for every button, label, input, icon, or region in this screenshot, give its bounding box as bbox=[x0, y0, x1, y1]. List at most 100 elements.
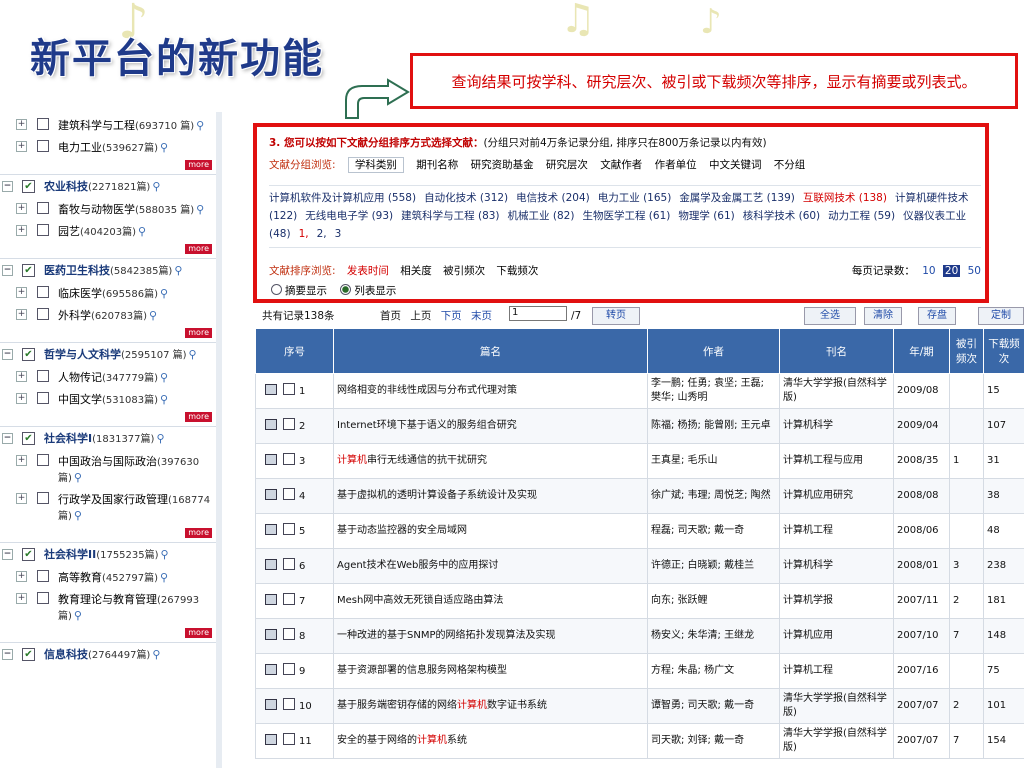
more-link[interactable]: more bbox=[185, 244, 212, 254]
checked-checkbox-icon[interactable]: ✔ bbox=[22, 180, 35, 193]
collapse-icon[interactable]: − bbox=[2, 181, 13, 192]
document-icon[interactable] bbox=[265, 664, 277, 675]
subject-subitem[interactable]: + 电力工业(539627篇) ⚲ bbox=[0, 140, 216, 156]
magnifier-icon[interactable]: ⚲ bbox=[152, 180, 160, 193]
row-checkbox[interactable] bbox=[283, 698, 295, 710]
journal-cell[interactable]: 计算机工程 bbox=[779, 513, 894, 549]
checked-checkbox-icon[interactable]: ✔ bbox=[22, 548, 35, 561]
article-title-cell[interactable]: 基于服务端密钥存储的网络计算机数字证书系统 bbox=[333, 688, 648, 724]
collapse-icon[interactable]: − bbox=[2, 265, 13, 276]
more-link[interactable]: more bbox=[185, 328, 212, 338]
article-title-part[interactable]: 基于虚拟机的透明计算设备子系统设计及实现 bbox=[337, 490, 537, 501]
magnifier-icon[interactable]: ⚲ bbox=[189, 348, 197, 361]
article-title-part[interactable]: Internet环境下基于语义的服务组合研究 bbox=[337, 420, 517, 431]
more-link[interactable]: more bbox=[185, 628, 212, 638]
article-title-part[interactable]: Agent技术在Web服务中的应用探讨 bbox=[337, 560, 498, 571]
authors-cell[interactable]: 程磊; 司天歌; 戴一奇 bbox=[647, 513, 780, 549]
magnifier-icon[interactable]: ⚲ bbox=[161, 548, 169, 561]
row-checkbox[interactable] bbox=[283, 663, 295, 675]
article-title-highlight[interactable]: 计算机 bbox=[337, 455, 367, 466]
authors-cell[interactable]: 司天歌; 刘铎; 戴一奇 bbox=[647, 723, 780, 759]
checkbox[interactable] bbox=[37, 118, 49, 130]
col-header-author[interactable]: 作者 bbox=[647, 328, 780, 374]
checked-checkbox-icon[interactable]: ✔ bbox=[22, 648, 35, 661]
subject-subitem[interactable]: + 中国政治与国际政治(397630 篇) ⚲ bbox=[0, 454, 216, 486]
subject-subitem[interactable]: + 中国文学(531083篇) ⚲ bbox=[0, 392, 216, 408]
document-icon[interactable] bbox=[265, 559, 277, 570]
subject-group-link[interactable]: 建筑科学与工程 (83) bbox=[401, 210, 499, 222]
more-link[interactable]: more bbox=[185, 528, 212, 538]
list-view-radio[interactable] bbox=[340, 284, 352, 295]
subject-group-link[interactable]: 机械工业 (82) bbox=[508, 210, 575, 222]
subject-group-link[interactable]: 生物医学工程 (61) bbox=[582, 210, 670, 222]
document-icon[interactable] bbox=[265, 594, 277, 605]
article-title-cell[interactable]: 安全的基于网络的计算机系统 bbox=[333, 723, 648, 759]
authors-cell[interactable]: 方程; 朱晶; 杨广文 bbox=[647, 653, 780, 689]
article-title-part[interactable]: 串行无线通信的抗干扰研究 bbox=[367, 455, 487, 466]
subject-group-link[interactable]: 计算机软件及计算机应用 (558) bbox=[269, 192, 416, 204]
authors-cell[interactable]: 谭智勇; 司天歌; 戴一奇 bbox=[647, 688, 780, 724]
article-title-part[interactable]: 安全的基于网络的 bbox=[337, 735, 417, 746]
document-icon[interactable] bbox=[265, 524, 277, 535]
expand-icon[interactable]: + bbox=[16, 593, 27, 604]
checkbox[interactable] bbox=[37, 370, 49, 382]
article-title-part[interactable]: 系统 bbox=[447, 735, 467, 746]
expand-icon[interactable]: + bbox=[16, 119, 27, 130]
article-title-cell[interactable]: Mesh网中高效无死锁自适应路由算法 bbox=[333, 583, 648, 619]
save-button[interactable]: 存盘 bbox=[918, 307, 956, 325]
expand-icon[interactable]: + bbox=[16, 493, 27, 504]
subject-group-link[interactable]: 自动化技术 (312) bbox=[424, 192, 508, 204]
document-icon[interactable] bbox=[265, 734, 277, 745]
col-header-title[interactable]: 篇名 bbox=[333, 328, 648, 374]
subject-group-link[interactable]: 核科学技术 (60) bbox=[743, 210, 820, 222]
authors-cell[interactable]: 杨安义; 朱华清; 王继龙 bbox=[647, 618, 780, 654]
group-tab-subject[interactable]: 学科类别 bbox=[347, 157, 404, 173]
subject-group-link[interactable]: 电力工业 (165) bbox=[598, 192, 672, 204]
expand-icon[interactable]: + bbox=[16, 141, 27, 152]
journal-cell[interactable]: 计算机工程与应用 bbox=[779, 443, 894, 479]
row-checkbox[interactable] bbox=[283, 733, 295, 745]
group-tab-journal[interactable]: 期刊名称 bbox=[416, 159, 458, 171]
subject-category[interactable]: − ✔ 信息科技(2764497篇) ⚲ bbox=[0, 642, 216, 664]
sort-by-citations[interactable]: 被引频次 bbox=[443, 265, 485, 277]
journal-cell[interactable]: 清华大学学报(自然科学版) bbox=[779, 373, 894, 409]
col-header-issue[interactable]: 年/期 bbox=[893, 328, 950, 374]
last-page-link[interactable]: 末页 bbox=[471, 310, 492, 322]
journal-cell[interactable]: 清华大学学报(自然科学版) bbox=[779, 688, 894, 724]
journal-cell[interactable]: 计算机科学 bbox=[779, 408, 894, 444]
document-icon[interactable] bbox=[265, 454, 277, 465]
magnifier-icon[interactable]: ⚲ bbox=[160, 571, 168, 584]
subject-subitem[interactable]: + 畜牧与动物医学(588035 篇) ⚲ bbox=[0, 202, 216, 218]
more-link[interactable]: more bbox=[185, 160, 212, 170]
checked-checkbox-icon[interactable]: ✔ bbox=[22, 432, 35, 445]
checked-checkbox-icon[interactable]: ✔ bbox=[22, 348, 35, 361]
document-icon[interactable] bbox=[265, 699, 277, 710]
subject-category[interactable]: − ✔ 农业科技(2271821篇) ⚲ bbox=[0, 174, 216, 196]
article-title-cell[interactable]: 一种改进的基于SNMP的网络拓扑发现算法及实现 bbox=[333, 618, 648, 654]
col-header-cited[interactable]: 被引频次 bbox=[949, 328, 984, 374]
magnifier-icon[interactable]: ⚲ bbox=[196, 203, 204, 216]
sort-by-relevance[interactable]: 相关度 bbox=[400, 265, 432, 277]
magnifier-icon[interactable]: ⚲ bbox=[160, 141, 168, 154]
prev-page-link[interactable]: 上页 bbox=[410, 310, 431, 322]
group-tab-level[interactable]: 研究层次 bbox=[546, 159, 588, 171]
article-title-highlight[interactable]: 计算机 bbox=[417, 735, 447, 746]
checkbox[interactable] bbox=[37, 492, 49, 504]
document-icon[interactable] bbox=[265, 384, 277, 395]
row-checkbox[interactable] bbox=[283, 488, 295, 500]
row-checkbox[interactable] bbox=[283, 558, 295, 570]
expand-icon[interactable]: + bbox=[16, 371, 27, 382]
sort-by-downloads[interactable]: 下载频次 bbox=[496, 265, 538, 277]
row-checkbox[interactable] bbox=[283, 453, 295, 465]
article-title-cell[interactable]: 网络相变的非线性成因与分布式代理对策 bbox=[333, 373, 648, 409]
expand-icon[interactable]: + bbox=[16, 455, 27, 466]
article-title-cell[interactable]: 计算机串行无线通信的抗干扰研究 bbox=[333, 443, 648, 479]
document-icon[interactable] bbox=[265, 489, 277, 500]
checkbox[interactable] bbox=[37, 392, 49, 404]
group-tab-none[interactable]: 不分组 bbox=[774, 159, 806, 171]
magnifier-icon[interactable]: ⚲ bbox=[74, 609, 82, 622]
subject-group-link[interactable]: 1, bbox=[299, 228, 309, 240]
sort-by-date[interactable]: 发表时间 bbox=[347, 265, 389, 277]
per-page-50[interactable]: 50 bbox=[968, 265, 981, 277]
group-tab-keyword[interactable]: 中文关键词 bbox=[709, 159, 762, 171]
